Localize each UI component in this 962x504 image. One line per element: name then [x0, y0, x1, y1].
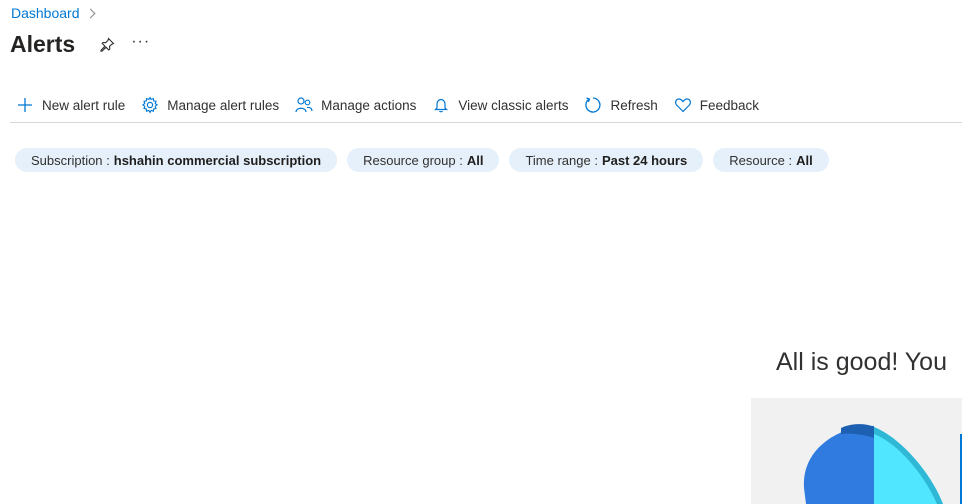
feedback-button[interactable]: Feedback: [674, 96, 759, 114]
manage-actions-button[interactable]: Manage actions: [295, 96, 416, 114]
plus-icon: [16, 96, 34, 114]
time-range-filter-pill[interactable]: Time range : Past 24 hours: [509, 148, 704, 172]
people-icon: [295, 96, 313, 114]
chevron-right-icon: [85, 8, 95, 18]
command-bar: New alert rule Manage alert rules Manage…: [16, 93, 775, 117]
resource-filter-pill[interactable]: Resource : All: [713, 148, 829, 172]
filter-value: Past 24 hours: [601, 152, 688, 168]
new-alert-rule-label: New alert rule: [42, 97, 126, 113]
filter-label: Resource :: [729, 152, 793, 168]
refresh-button[interactable]: Refresh: [584, 96, 658, 114]
view-classic-alerts-label: View classic alerts: [458, 97, 569, 113]
heart-icon: [674, 96, 692, 114]
breadcrumb: Dashboard: [11, 5, 95, 21]
subscription-filter-pill[interactable]: Subscription : hshahin commercial subscri…: [15, 148, 338, 172]
filter-label: Subscription :: [31, 152, 110, 168]
filter-label: Resource group :: [363, 152, 463, 168]
more-icon[interactable]: ···: [131, 33, 150, 50]
feedback-label: Feedback: [699, 97, 760, 113]
gear-icon: [141, 96, 159, 114]
page-title: Alerts: [10, 31, 76, 57]
empty-state-illustration: [751, 398, 962, 504]
bell-icon: [432, 96, 450, 114]
toolbar-divider: [10, 122, 962, 123]
filter-bar: Subscription : hshahin commercial subscri…: [15, 148, 839, 172]
pin-icon[interactable]: [99, 36, 115, 53]
breadcrumb-dashboard-link[interactable]: Dashboard: [11, 5, 80, 21]
manage-alert-rules-button[interactable]: Manage alert rules: [141, 96, 279, 114]
new-alert-rule-button[interactable]: New alert rule: [16, 96, 125, 114]
view-classic-alerts-button[interactable]: View classic alerts: [432, 96, 568, 114]
refresh-label: Refresh: [610, 97, 658, 113]
manage-actions-label: Manage actions: [321, 97, 417, 113]
filter-value: All: [466, 152, 484, 168]
filter-value: hshahin commercial subscription: [113, 152, 322, 168]
title-row: Alerts ···: [10, 31, 150, 58]
filter-label: Time range :: [525, 152, 598, 168]
manage-alert-rules-label: Manage alert rules: [167, 97, 280, 113]
empty-state-message: All is good! You: [776, 348, 947, 376]
filter-value: All: [796, 152, 813, 168]
resource-group-filter-pill[interactable]: Resource group : All: [347, 148, 500, 172]
refresh-icon: [584, 96, 602, 114]
